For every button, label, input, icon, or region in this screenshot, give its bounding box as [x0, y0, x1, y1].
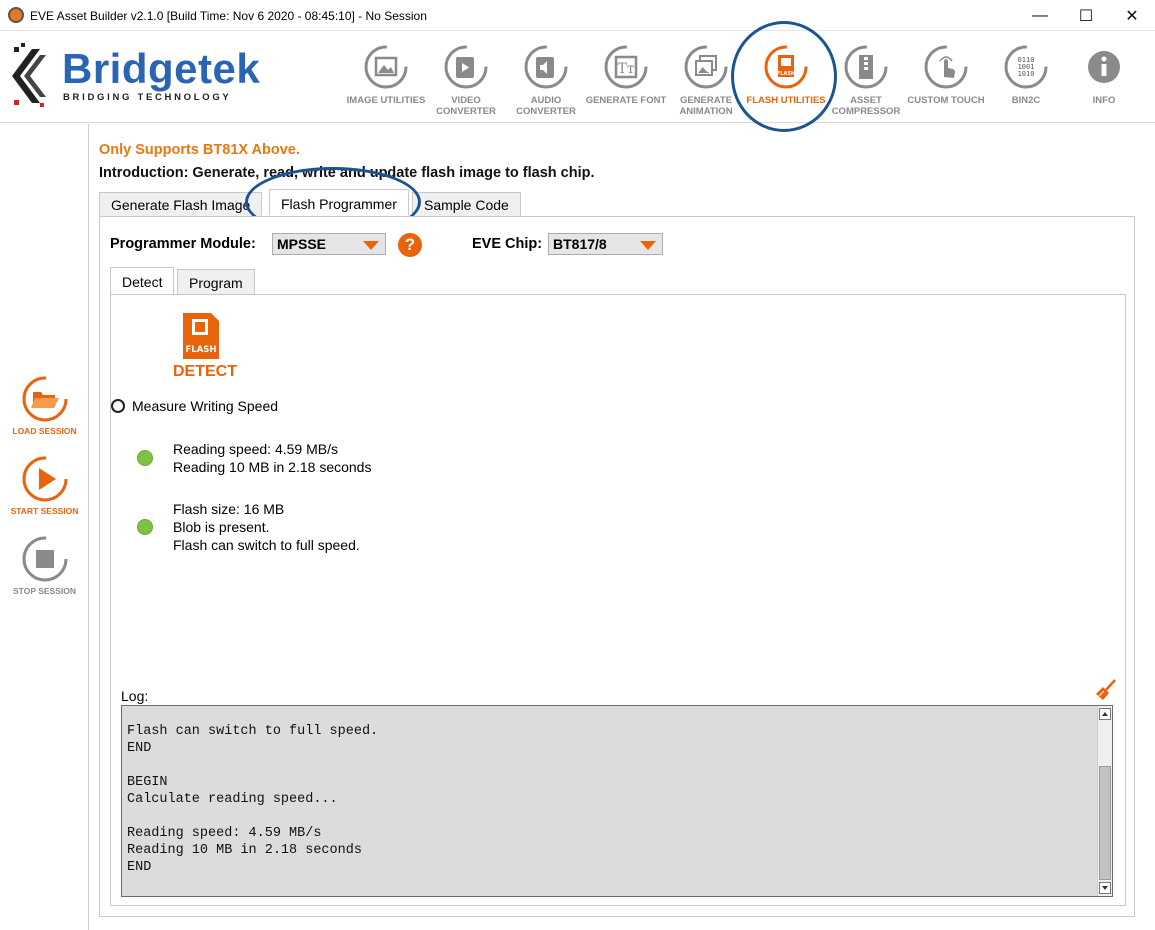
eve-chip-value: BT817/8	[553, 236, 607, 252]
toolbar-video-converter[interactable]: VIDEO CONVERTER	[430, 41, 502, 121]
reading-speed-line: Reading speed: 4.59 MB/s	[173, 441, 338, 457]
chevron-down-icon	[640, 241, 656, 250]
blob-present-line: Blob is present.	[173, 519, 270, 535]
broom-icon[interactable]	[1094, 678, 1118, 702]
left-sidebar: LOAD SESSION START SESSION STOP SESSION	[0, 124, 89, 930]
help-icon[interactable]: ?	[398, 233, 422, 257]
svg-text:1010: 1010	[1018, 70, 1035, 78]
flash-size-line: Flash size: 16 MB	[173, 501, 285, 517]
window-title: EVE Asset Builder v2.1.0 [Build Time: No…	[30, 9, 427, 23]
header-toolbar: Bridgetek BRIDGING TECHNOLOGY IMAGE UTIL…	[0, 31, 1155, 123]
status-ok-icon	[137, 450, 153, 466]
toolbar-label: ASSET COMPRESSOR	[831, 95, 901, 117]
svg-text:Tт: Tт	[617, 61, 634, 77]
chevron-down-icon	[363, 241, 379, 250]
bridgetek-logo-icon	[12, 43, 46, 107]
start-session-label: START SESSION	[10, 506, 79, 516]
info-icon	[1088, 51, 1120, 83]
brand-name: Bridgetek	[62, 45, 261, 92]
toolbar-generate-font[interactable]: Tт GENERATE FONT	[586, 41, 666, 121]
toolbar-custom-touch[interactable]: CUSTOM TOUCH	[907, 41, 985, 121]
video-icon	[444, 45, 488, 89]
log-output[interactable]: Flash can switch to full speed. END BEGI…	[121, 705, 1113, 897]
load-session-button[interactable]: LOAD SESSION	[0, 374, 89, 436]
eve-chip-select[interactable]: BT817/8	[548, 233, 663, 255]
stop-session-button[interactable]: STOP SESSION	[0, 534, 89, 596]
main-area: Only Supports BT81X Above. Introduction:…	[90, 124, 1155, 930]
flash-programmer-panel: Programmer Module: MPSSE ? EVE Chip: BT8…	[99, 216, 1135, 917]
log-scrollbar[interactable]	[1097, 706, 1112, 896]
module-row: Programmer Module: MPSSE ? EVE Chip: BT8…	[110, 233, 910, 257]
binary-icon: 0110 1001 1010	[1004, 45, 1048, 89]
detect-label: DETECT	[173, 363, 237, 380]
app-icon	[8, 7, 24, 23]
scroll-up-icon[interactable]	[1099, 708, 1111, 720]
brand-tagline: BRIDGING TECHNOLOGY	[63, 92, 232, 103]
flash-utilities-highlight	[731, 21, 837, 132]
tab-program[interactable]: Program	[177, 269, 255, 295]
toolbar-label: GENERATE FONT	[585, 95, 667, 106]
toolbar-label: AUDIO CONVERTER	[516, 95, 576, 117]
load-session-label: LOAD SESSION	[12, 426, 77, 436]
programmer-module-value: MPSSE	[277, 236, 327, 252]
toolbar-label: VIDEO CONVERTER	[436, 95, 496, 117]
tab-sample-code[interactable]: Sample Code	[412, 192, 521, 216]
toolbar-asset-compressor[interactable]: ASSET COMPRESSOR	[830, 41, 902, 121]
full-speed-line: Flash can switch to full speed.	[173, 537, 360, 553]
start-session-button[interactable]: START SESSION	[0, 454, 89, 516]
title-bar: EVE Asset Builder v2.1.0 [Build Time: No…	[0, 0, 1155, 31]
eve-chip-label: EVE Chip:	[472, 236, 543, 252]
tab-detect[interactable]: Detect	[110, 267, 175, 295]
image-icon	[364, 45, 408, 89]
toolbar-audio-converter[interactable]: AUDIO CONVERTER	[510, 41, 582, 121]
stop-session-label: STOP SESSION	[13, 586, 76, 596]
scroll-thumb[interactable]	[1099, 766, 1111, 880]
maximize-button[interactable]: ☐	[1063, 0, 1109, 31]
flash-chip-icon: FLASH	[183, 313, 219, 359]
tab-generate-flash-image[interactable]: Generate Flash Image	[99, 192, 263, 216]
toolbar-bin2c[interactable]: 0110 1001 1010 BIN2C	[990, 41, 1062, 121]
animation-icon	[684, 45, 728, 89]
programmer-module-label: Programmer Module:	[110, 236, 256, 252]
radio-button[interactable]	[111, 399, 125, 413]
svg-text:FLASH: FLASH	[185, 345, 216, 355]
font-icon: Tт	[604, 45, 648, 89]
scroll-down-icon[interactable]	[1099, 882, 1111, 894]
toolbar-label: CUSTOM TOUCH	[907, 95, 985, 106]
toolbar-info[interactable]: INFO	[1068, 41, 1140, 121]
toolbar-image-utilities[interactable]: IMAGE UTILITIES	[347, 41, 425, 121]
measure-writing-speed-label: Measure Writing Speed	[132, 398, 279, 414]
status-ok-icon	[137, 519, 153, 535]
support-note: Only Supports BT81X Above.	[99, 142, 300, 158]
stop-icon	[22, 536, 67, 582]
programmer-module-select[interactable]: MPSSE	[272, 233, 386, 255]
log-text: Flash can switch to full speed. END BEGI…	[127, 724, 379, 875]
toolbar-label: IMAGE UTILITIES	[346, 95, 426, 106]
folder-open-icon	[22, 376, 67, 422]
toolbar-label: BIN2C	[1011, 95, 1041, 106]
toolbar-label: INFO	[1092, 95, 1116, 106]
reading-time-line: Reading 10 MB in 2.18 seconds	[173, 459, 372, 475]
log-label: Log:	[121, 688, 149, 704]
compressor-icon	[844, 45, 888, 89]
audio-icon	[524, 45, 568, 89]
minimize-button[interactable]: —	[1017, 0, 1063, 31]
touch-icon	[924, 45, 968, 89]
detect-panel: FLASH DETECT Measure Writing Speed Readi…	[110, 294, 1126, 906]
play-icon	[22, 456, 67, 502]
close-button[interactable]: ✕	[1109, 0, 1155, 31]
